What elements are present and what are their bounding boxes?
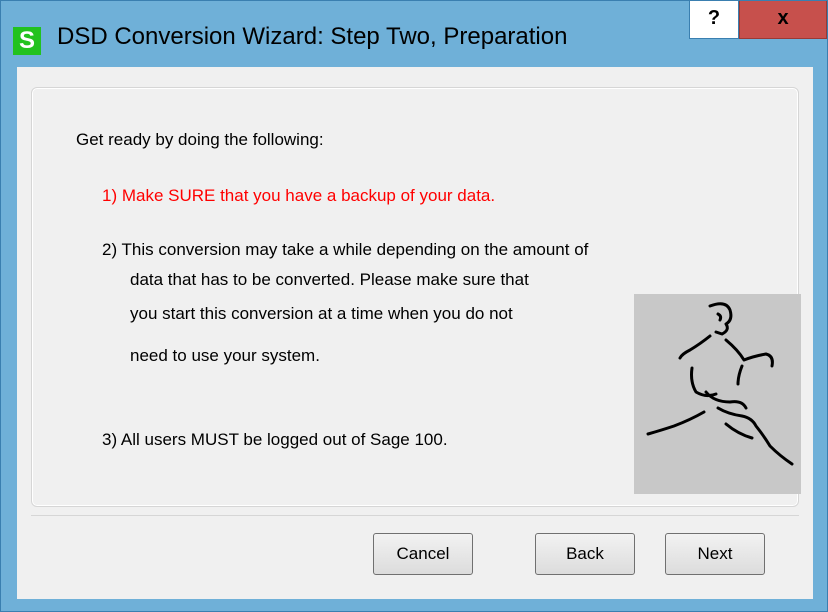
step-2-line-4: need to use your system. xyxy=(130,346,320,365)
help-button[interactable]: ? xyxy=(689,1,739,39)
sage-s-icon: S xyxy=(13,27,41,55)
close-button[interactable]: x xyxy=(739,1,827,39)
intro-text: Get ready by doing the following: xyxy=(76,130,324,149)
step-3-text: 3) All users MUST be logged out of Sage … xyxy=(102,430,448,449)
wizard-body: Get ready by doing the following: 1) Mak… xyxy=(17,67,813,599)
running-man-icon xyxy=(634,294,801,494)
step-2-line-2: data that has to be converted. Please ma… xyxy=(130,270,529,289)
cancel-button[interactable]: Cancel xyxy=(373,533,473,575)
step-2-line-1: 2) This conversion may take a while depe… xyxy=(102,240,589,259)
button-separator xyxy=(31,515,799,516)
wizard-window: S DSD Conversion Wizard: Step Two, Prepa… xyxy=(0,0,828,612)
back-button[interactable]: Back xyxy=(535,533,635,575)
step-1-text: 1) Make SURE that you have a backup of y… xyxy=(102,186,496,205)
next-button[interactable]: Next xyxy=(665,533,765,575)
step-2-line-3: you start this conversion at a time when… xyxy=(130,304,513,323)
window-title: DSD Conversion Wizard: Step Two, Prepara… xyxy=(57,23,568,50)
